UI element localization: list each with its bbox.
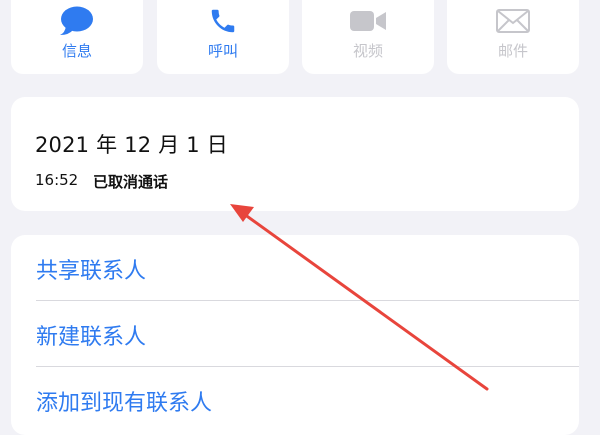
message-button-label: 信息 (61, 42, 92, 60)
share-contact-label: 共享联系人 (36, 259, 147, 284)
contact-actions-row: 信息 呼叫 视频 邮件 (0, 0, 600, 74)
mail-button-label: 邮件 (497, 42, 528, 60)
call-button-label: 呼叫 (207, 42, 238, 60)
add-to-existing-contact-item[interactable]: 添加到现有联系人 (11, 367, 579, 431)
new-contact-label: 新建联系人 (36, 325, 147, 350)
contact-options-list: 共享联系人 新建联系人 添加到现有联系人 (11, 235, 579, 435)
call-log-card: 2021 年 12 月 1 日 16:52 已取消通话 (11, 97, 579, 211)
call-date: 2021 年 12 月 1 日 (35, 133, 228, 157)
mail-icon (496, 6, 530, 36)
mail-button[interactable]: 邮件 (447, 0, 579, 74)
video-button[interactable]: 视频 (302, 0, 434, 74)
call-time: 16:52 (35, 171, 79, 189)
message-button[interactable]: 信息 (11, 0, 143, 74)
share-contact-item[interactable]: 共享联系人 (11, 235, 579, 299)
new-contact-item[interactable]: 新建联系人 (11, 301, 579, 365)
video-button-label: 视频 (352, 42, 383, 60)
add-to-existing-contact-label: 添加到现有联系人 (36, 391, 213, 416)
phone-icon (208, 6, 238, 36)
call-status: 已取消通话 (93, 173, 169, 191)
message-bubble-icon (60, 6, 94, 36)
video-camera-icon (349, 6, 387, 36)
call-button[interactable]: 呼叫 (157, 0, 289, 74)
